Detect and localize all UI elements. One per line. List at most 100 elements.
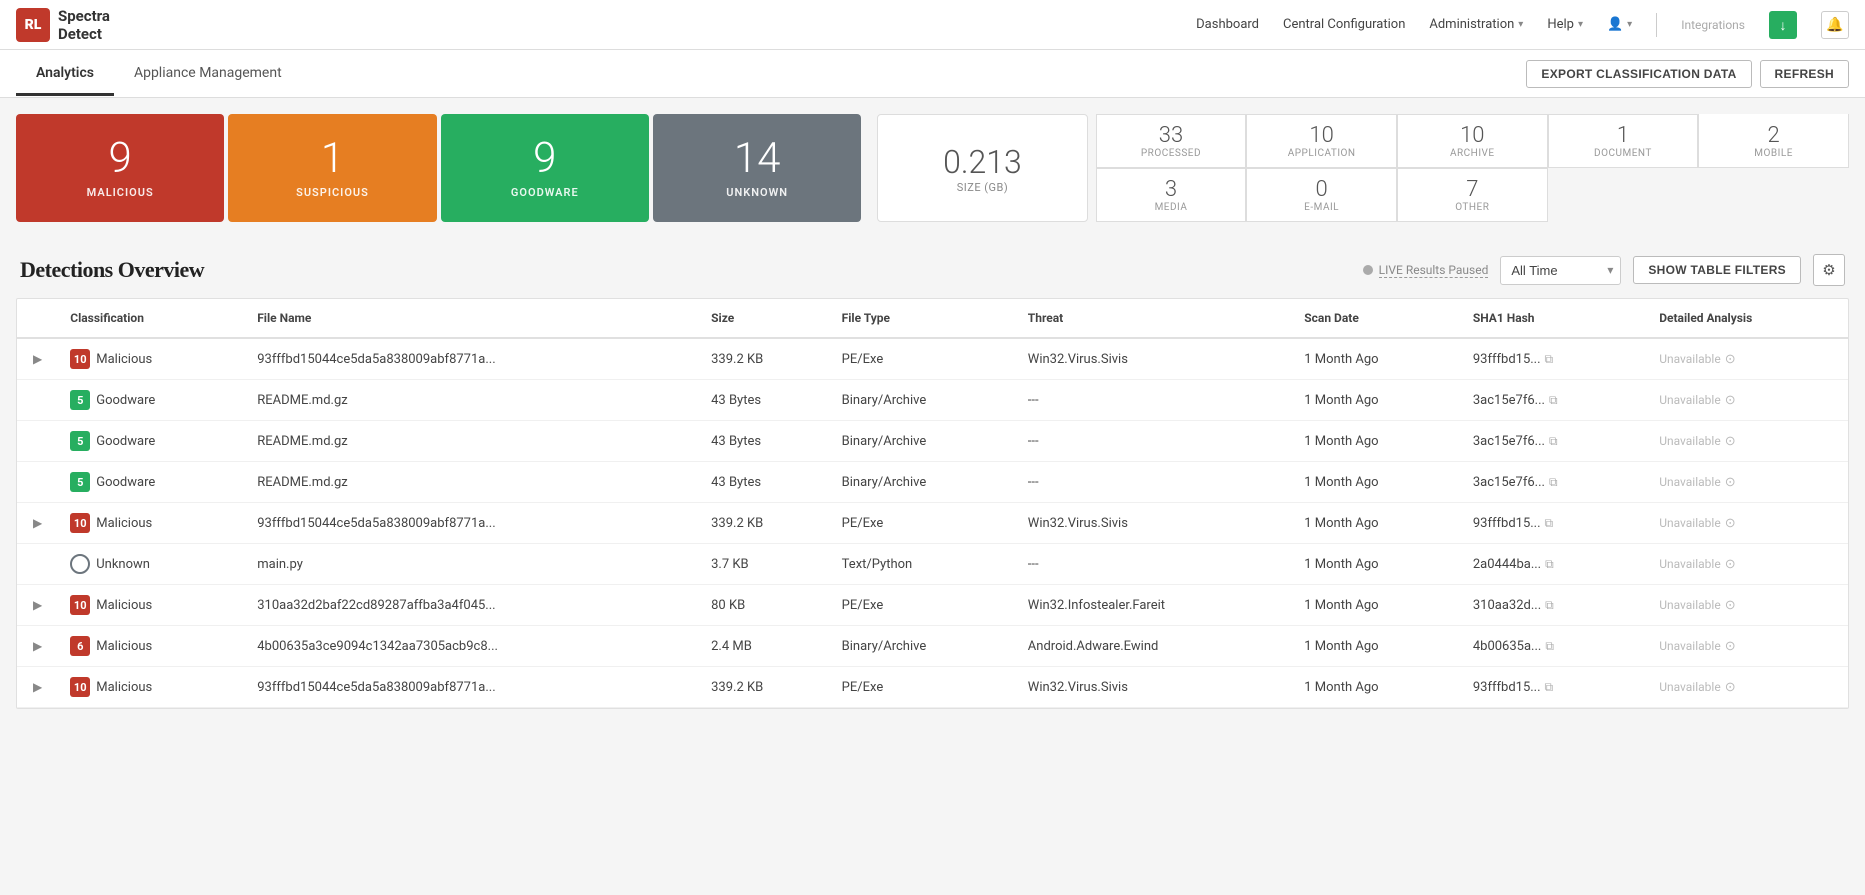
analysis-text: Unavailable — [1659, 475, 1720, 489]
expand-button[interactable]: ▶ — [29, 350, 46, 368]
analysis-cell: Unavailable ⊙ — [1659, 516, 1836, 531]
analysis-cell: Unavailable⊙ — [1659, 434, 1836, 449]
gear-icon: ⚙ — [1822, 261, 1835, 279]
analysis-text: Unavailable — [1659, 393, 1720, 407]
col-filetype: File Type — [830, 299, 1016, 338]
logo[interactable]: RL SpectraDetect — [16, 7, 110, 43]
filetype-cell: Binary/Archive — [830, 421, 1016, 462]
settings-button[interactable]: ⚙ — [1813, 254, 1845, 286]
copy-sha1-button[interactable]: ⧉ — [1545, 516, 1554, 531]
copy-sha1-button[interactable]: ⧉ — [1545, 639, 1554, 654]
time-filter-wrap[interactable]: All Time Last 24 Hours Last 7 Days Last … — [1500, 256, 1621, 285]
sha1-text: 2a0444ba... — [1473, 557, 1541, 572]
analysis-help-icon[interactable]: ⊙ — [1725, 352, 1736, 367]
analysis-help-icon[interactable]: ⊙ — [1725, 598, 1736, 613]
live-badge: LIVE Results Paused — [1363, 263, 1489, 278]
analysis-help-icon[interactable]: ⊙ — [1725, 434, 1736, 449]
tab-appliance-management[interactable]: Appliance Management — [114, 53, 302, 96]
stat-processed: 33 PROCESSED — [1096, 114, 1247, 168]
size-cell: 43 Bytes — [699, 380, 830, 421]
size-cell: 80 KB — [699, 585, 830, 626]
table-row: ▶10Malicious93fffbd15044ce5da5a838009abf… — [17, 667, 1848, 708]
stat-malicious: 9 MALICIOUS — [16, 114, 224, 222]
nav-help[interactable]: Help — [1547, 17, 1574, 32]
classification-text: Goodware — [96, 393, 155, 408]
size-cell: 339.2 KB — [699, 503, 830, 544]
application-label: APPLICATION — [1288, 148, 1356, 159]
size-cell: 2.4 MB — [699, 626, 830, 667]
expand-button[interactable]: ▶ — [29, 596, 46, 614]
show-filters-button[interactable]: SHOW TABLE FILTERS — [1633, 256, 1801, 284]
analysis-help-icon[interactable]: ⊙ — [1725, 639, 1736, 654]
threat-cell: --- — [1016, 421, 1292, 462]
notifications-button[interactable]: 🔔 — [1821, 11, 1849, 39]
expand-button[interactable]: ▶ — [29, 678, 46, 696]
classification-text: Malicious — [96, 352, 152, 367]
nav-administration-dropdown[interactable]: Administration ▾ — [1429, 17, 1523, 32]
classification-text: Goodware — [96, 475, 155, 490]
nav-help-dropdown[interactable]: Help ▾ — [1547, 17, 1583, 32]
analysis-help-icon[interactable]: ⊙ — [1725, 557, 1736, 572]
classification-text: Goodware — [96, 434, 155, 449]
classification-badge: 10 — [70, 349, 90, 369]
size-cell: 339.2 KB — [699, 338, 830, 380]
expand-button[interactable]: ▶ — [29, 637, 46, 655]
sha1-cell: 3ac15e7f6...⧉ — [1473, 393, 1635, 408]
analysis-help-icon[interactable]: ⊙ — [1725, 680, 1736, 695]
stat-size: 0.213 SIZE (GB) — [877, 114, 1087, 222]
col-analysis: Detailed Analysis — [1647, 299, 1848, 338]
nav-central-config[interactable]: Central Configuration — [1283, 17, 1405, 32]
threat-cell: Android.Adware.Ewind — [1016, 626, 1292, 667]
copy-sha1-button[interactable]: ⧉ — [1545, 352, 1554, 367]
threat-cell: --- — [1016, 544, 1292, 585]
analysis-text: Unavailable — [1659, 352, 1720, 366]
col-size: Size — [699, 299, 830, 338]
nav-user-dropdown[interactable]: 👤 ▾ — [1607, 17, 1632, 32]
analysis-cell: Unavailable⊙ — [1659, 557, 1836, 572]
scan-date-cell: 1 Month Ago — [1292, 626, 1461, 667]
sha1-cell: 2a0444ba... ⧉ — [1473, 557, 1635, 572]
document-count: 1 — [1617, 123, 1629, 148]
header: RL SpectraDetect Dashboard Central Confi… — [0, 0, 1865, 50]
file-name-cell: 4b00635a3ce9094c1342aa7305acb9c8... — [245, 626, 699, 667]
nav-dashboard[interactable]: Dashboard — [1196, 17, 1259, 32]
sha1-cell: 4b00635a...⧉ — [1473, 639, 1635, 654]
analysis-text: Unavailable — [1659, 516, 1720, 530]
copy-sha1-button[interactable]: ⧉ — [1549, 393, 1558, 408]
media-label: MEDIA — [1155, 202, 1188, 213]
expand-button[interactable]: ▶ — [29, 514, 46, 532]
analysis-help-icon[interactable]: ⊙ — [1725, 516, 1736, 531]
copy-sha1-button[interactable]: ⧉ — [1545, 557, 1554, 572]
scan-date-cell: 1 Month Ago — [1292, 667, 1461, 708]
analysis-help-icon[interactable]: ⊙ — [1725, 393, 1736, 408]
download-button[interactable]: ↓ — [1769, 11, 1797, 39]
copy-sha1-button[interactable]: ⧉ — [1545, 598, 1554, 613]
sha1-cell: 93fffbd15...⧉ — [1473, 680, 1635, 695]
size-cell: 339.2 KB — [699, 667, 830, 708]
table-row: 5GoodwareREADME.md.gz43 BytesBinary/Arch… — [17, 462, 1848, 503]
email-label: E-MAIL — [1304, 202, 1339, 213]
size-value: 0.213 — [943, 143, 1022, 181]
scan-date-cell: 1 Month Ago — [1292, 544, 1461, 585]
table-body: ▶10Malicious93fffbd15044ce5da5a838009abf… — [17, 338, 1848, 708]
filetype-cell: Binary/Archive — [830, 626, 1016, 667]
copy-sha1-button[interactable]: ⧉ — [1549, 475, 1558, 490]
goodware-label: GOODWARE — [511, 186, 579, 199]
nav-administration[interactable]: Administration — [1429, 17, 1514, 32]
copy-sha1-button[interactable]: ⧉ — [1549, 434, 1558, 449]
unknown-label: UNKNOWN — [726, 186, 788, 199]
analysis-help-icon[interactable]: ⊙ — [1725, 475, 1736, 490]
sha1-cell: 3ac15e7f6...⧉ — [1473, 475, 1635, 490]
tab-analytics[interactable]: Analytics — [16, 53, 114, 96]
export-classification-button[interactable]: EXPORT CLASSIFICATION DATA — [1526, 60, 1751, 88]
stat-unknown: 14 UNKNOWN — [653, 114, 861, 222]
file-name-cell: main.py — [245, 544, 699, 585]
header-divider — [1656, 13, 1657, 37]
copy-sha1-button[interactable]: ⧉ — [1545, 680, 1554, 695]
time-filter-select[interactable]: All Time Last 24 Hours Last 7 Days Last … — [1500, 256, 1621, 285]
unknown-count: 14 — [734, 138, 781, 180]
refresh-button[interactable]: REFRESH — [1760, 60, 1849, 88]
analysis-cell: Unavailable ⊙ — [1659, 352, 1836, 367]
tabs-actions: EXPORT CLASSIFICATION DATA REFRESH — [1526, 60, 1849, 88]
classification-badge: 10 — [70, 677, 90, 697]
